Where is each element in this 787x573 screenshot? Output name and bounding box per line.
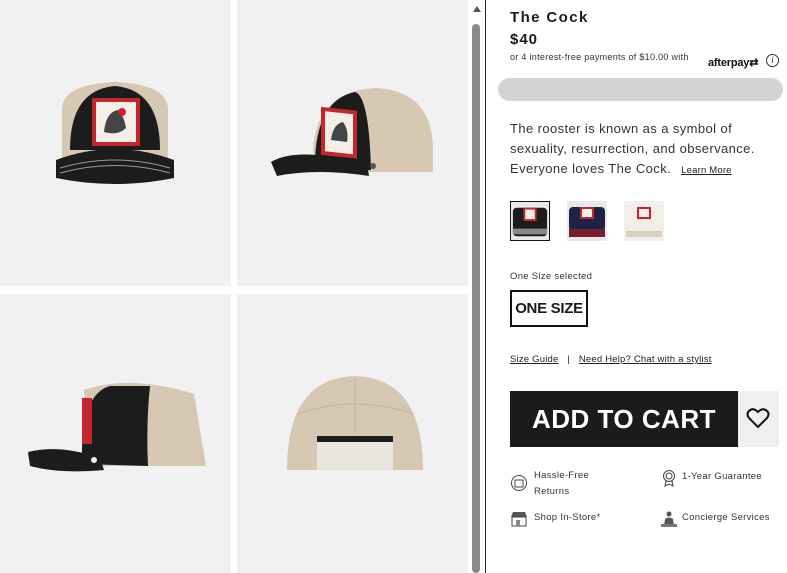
concierge-icon	[661, 511, 677, 527]
link-separator: |	[567, 354, 570, 365]
feature-returns-label: Hassle-Free Returns	[534, 470, 590, 497]
afterpay-message: or 4 interest-free payments of $10.00 wi…	[510, 52, 689, 62]
swatch-cap-black-icon	[511, 202, 549, 240]
cap-front-image	[56, 82, 174, 184]
store-icon	[511, 512, 527, 527]
feature-concierge: Concierge Services	[660, 510, 785, 527]
size-guide-link[interactable]: Size Guide	[510, 354, 558, 365]
product-description: The rooster is known as a symbol of sexu…	[510, 119, 778, 181]
scroll-up-arrow-icon[interactable]	[473, 6, 481, 12]
feature-guarantee-label: 1-Year Guarantee	[682, 471, 762, 482]
wishlist-button[interactable]	[738, 391, 779, 447]
chat-stylist-link[interactable]: Need Help? Chat with a stylist	[579, 354, 712, 365]
gallery-image-left[interactable]	[0, 294, 231, 573]
feature-concierge-label: Concierge Services	[682, 512, 770, 523]
color-swatch-black[interactable]	[510, 201, 550, 241]
swatch-cap-white-icon	[624, 201, 664, 241]
feature-store-label: Shop In-Store*	[534, 512, 601, 523]
help-links: Size Guide | Need Help? Chat with a styl…	[510, 354, 712, 365]
learn-more-link[interactable]: Learn More	[681, 165, 732, 176]
gallery-image-front[interactable]	[0, 0, 231, 286]
product-gallery	[0, 0, 468, 573]
swatch-cap-navy-red-icon	[567, 201, 607, 241]
size-selected-label: One Size selected	[510, 271, 593, 282]
guarantee-badge-icon	[663, 470, 675, 487]
add-to-cart-button[interactable]: ADD TO CART	[510, 391, 738, 447]
feature-guarantee: 1-Year Guarantee	[660, 469, 780, 487]
product-details-panel: The Cock $40 or 4 interest-free payments…	[486, 0, 787, 573]
color-swatch-navy-red[interactable]	[567, 201, 607, 241]
cap-back-image	[287, 376, 423, 470]
color-swatch-white[interactable]	[624, 201, 664, 241]
heart-icon	[746, 408, 770, 429]
size-option-one-size[interactable]: ONE SIZE	[510, 290, 588, 327]
feature-store: Shop In-Store*	[510, 510, 630, 527]
feature-returns: Hassle-Free Returns	[510, 468, 630, 500]
afterpay-arrows-icon: ⇄	[749, 57, 759, 69]
cap-left-image	[28, 382, 206, 472]
info-icon[interactable]: i	[766, 54, 779, 67]
product-title: The Cock	[510, 9, 589, 26]
product-price: $40	[510, 31, 539, 48]
cap-side-image	[271, 88, 433, 176]
scrollbar-thumb[interactable]	[472, 24, 480, 573]
afterpay-logo-text: afterpay	[708, 57, 750, 69]
afterpay-logo[interactable]: afterpay⇄	[708, 56, 758, 69]
gallery-image-side[interactable]	[237, 0, 468, 286]
returns-icon	[511, 475, 527, 491]
gallery-image-back[interactable]	[237, 294, 468, 573]
payment-placeholder-bar[interactable]	[498, 78, 783, 101]
